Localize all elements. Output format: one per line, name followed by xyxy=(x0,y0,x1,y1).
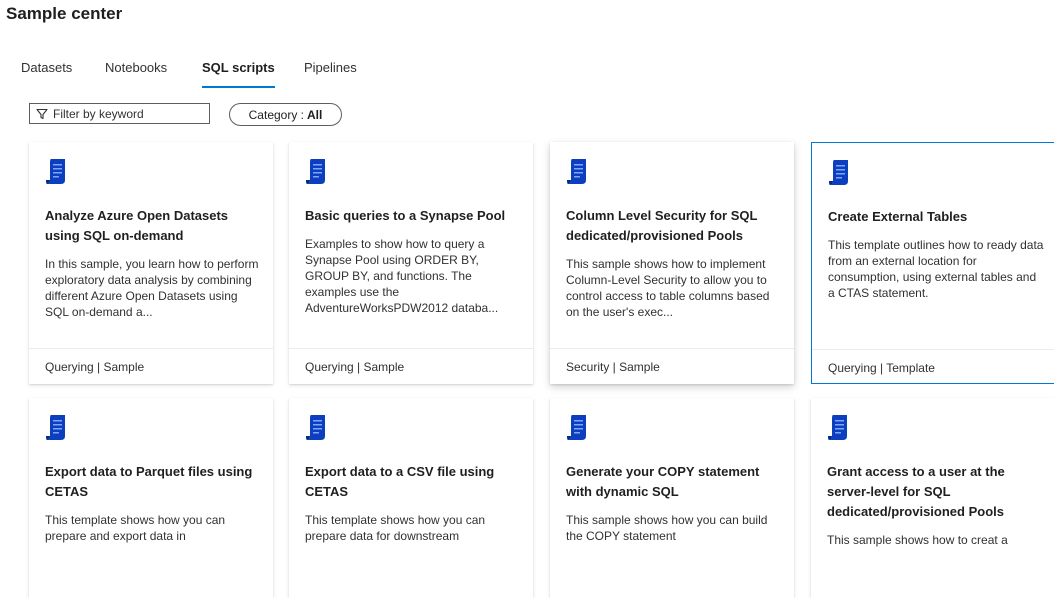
card-title: Grant access to a user at the server-lev… xyxy=(827,464,1005,519)
filter-box xyxy=(29,103,210,124)
card-description: This template shows how you can prepare … xyxy=(45,513,226,543)
sample-card[interactable]: Grant access to a user at the server-lev… xyxy=(811,398,1054,598)
card-description: Examples to show how to query a Synapse … xyxy=(305,237,499,315)
sql-script-icon xyxy=(306,415,325,440)
card-description: This sample shows how to implement Colum… xyxy=(566,257,770,319)
category-value: All xyxy=(307,107,323,122)
card-description: This template shows how you can prepare … xyxy=(305,513,486,543)
sql-script-icon xyxy=(567,415,586,440)
sample-card[interactable]: Analyze Azure Open Datasets using SQL on… xyxy=(29,142,273,384)
card-footer: Querying | Sample xyxy=(29,348,273,384)
category-filter-button[interactable]: Category : All xyxy=(229,103,342,126)
sql-script-icon xyxy=(46,159,65,184)
card-description: This template outlines how to ready data… xyxy=(828,238,1044,300)
card-title: Analyze Azure Open Datasets using SQL on… xyxy=(45,208,229,243)
card-description: In this sample, you learn how to perform… xyxy=(45,257,259,319)
card-title: Column Level Security for SQL dedicated/… xyxy=(566,208,758,243)
card-title: Basic queries to a Synapse Pool xyxy=(305,208,506,223)
sample-card[interactable]: Column Level Security for SQL dedicated/… xyxy=(550,142,794,384)
sql-script-icon xyxy=(828,415,847,440)
card-title: Export data to Parquet files using CETAS xyxy=(45,464,253,499)
tab-notebooks[interactable]: Notebooks xyxy=(105,60,167,88)
sample-card[interactable]: Export data to a CSV file using CETAS Th… xyxy=(289,398,533,598)
page-title: Sample center xyxy=(6,4,123,23)
card-title: Create External Tables xyxy=(828,209,968,224)
tab-pipelines[interactable]: Pipelines xyxy=(304,60,357,88)
category-label: Category : xyxy=(248,107,304,122)
filter-input[interactable] xyxy=(53,106,203,121)
sql-script-icon xyxy=(306,159,325,184)
sql-script-icon xyxy=(46,415,65,440)
card-footer: Security | Sample xyxy=(550,348,794,384)
sql-script-icon xyxy=(829,160,848,185)
card-description: This sample shows how you can build the … xyxy=(566,513,768,543)
card-title: Generate your COPY statement with dynami… xyxy=(566,464,760,499)
card-description: This sample shows how to creat a xyxy=(827,533,1008,547)
card-title: Export data to a CSV file using CETAS xyxy=(305,464,495,499)
sample-card[interactable]: Export data to Parquet files using CETAS… xyxy=(29,398,273,598)
sql-script-icon xyxy=(567,159,586,184)
tab-sql-scripts[interactable]: SQL scripts xyxy=(202,60,275,88)
funnel-icon xyxy=(36,108,48,119)
sample-card[interactable]: Generate your COPY statement with dynami… xyxy=(550,398,794,598)
tab-datasets[interactable]: Datasets xyxy=(21,60,72,88)
sample-card[interactable]: Basic queries to a Synapse Pool Examples… xyxy=(289,142,533,384)
card-footer: Querying | Template xyxy=(812,349,1054,385)
sample-card[interactable]: Create External Tables This template out… xyxy=(811,142,1054,384)
card-footer: Querying | Sample xyxy=(289,348,533,384)
